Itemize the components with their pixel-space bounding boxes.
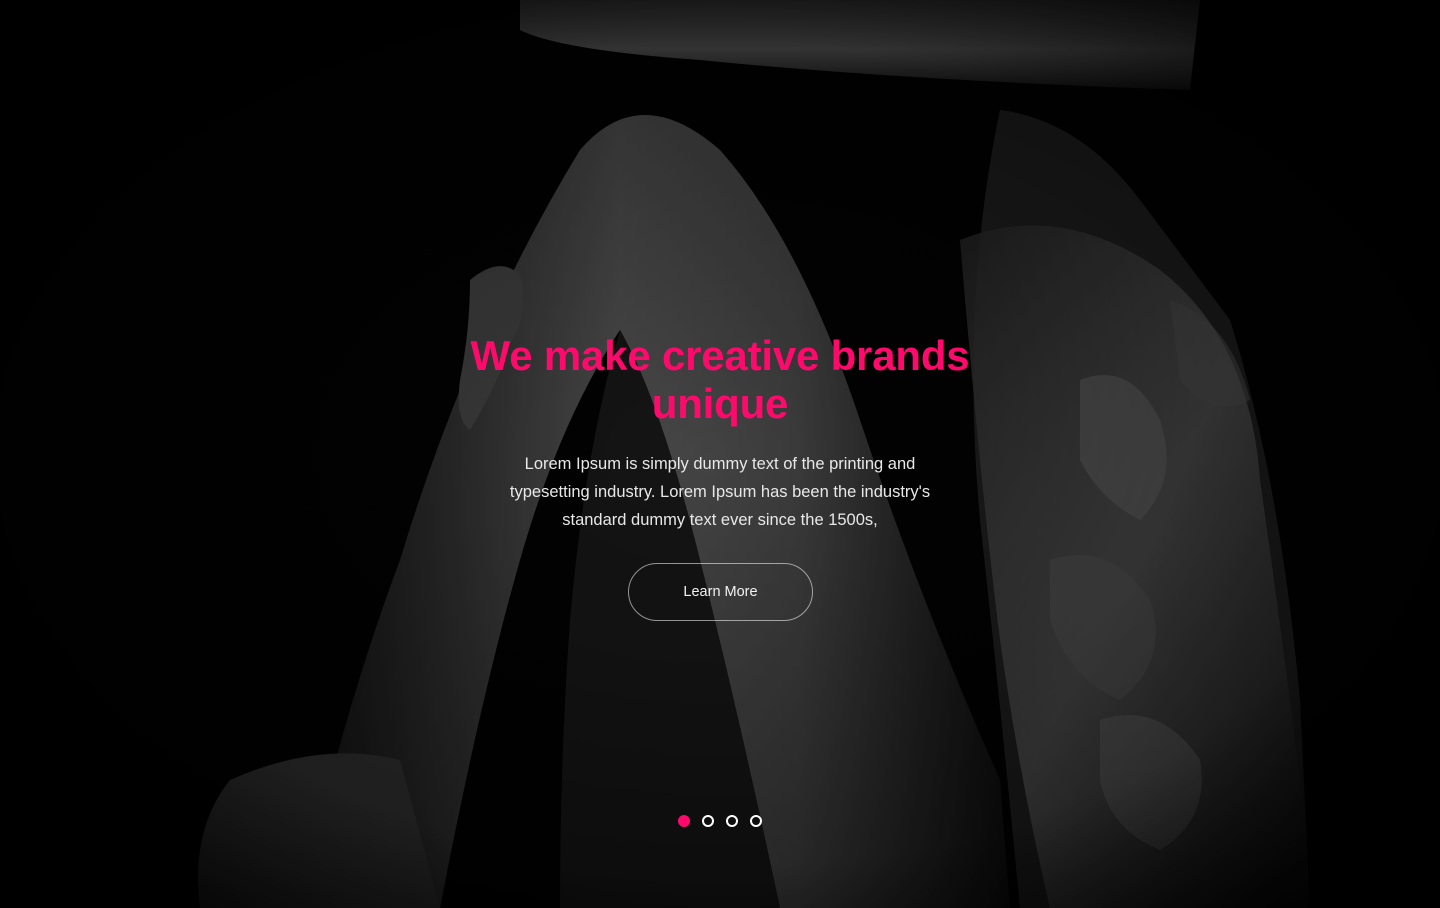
- hero-content: We make creative brands unique Lorem Ips…: [0, 0, 1440, 908]
- slider-dot-4[interactable]: [750, 815, 762, 827]
- slider-dot-3[interactable]: [726, 815, 738, 827]
- slider-dot-2[interactable]: [702, 815, 714, 827]
- slider-pagination: [678, 815, 762, 827]
- slider-dot-1[interactable]: [678, 815, 690, 827]
- hero-slider: We make creative brands unique Lorem Ips…: [0, 0, 1440, 908]
- hero-description: Lorem Ipsum is simply dummy text of the …: [509, 455, 931, 529]
- learn-more-button[interactable]: Learn More: [628, 563, 813, 621]
- hero-headline: We make creative brands unique: [470, 332, 970, 427]
